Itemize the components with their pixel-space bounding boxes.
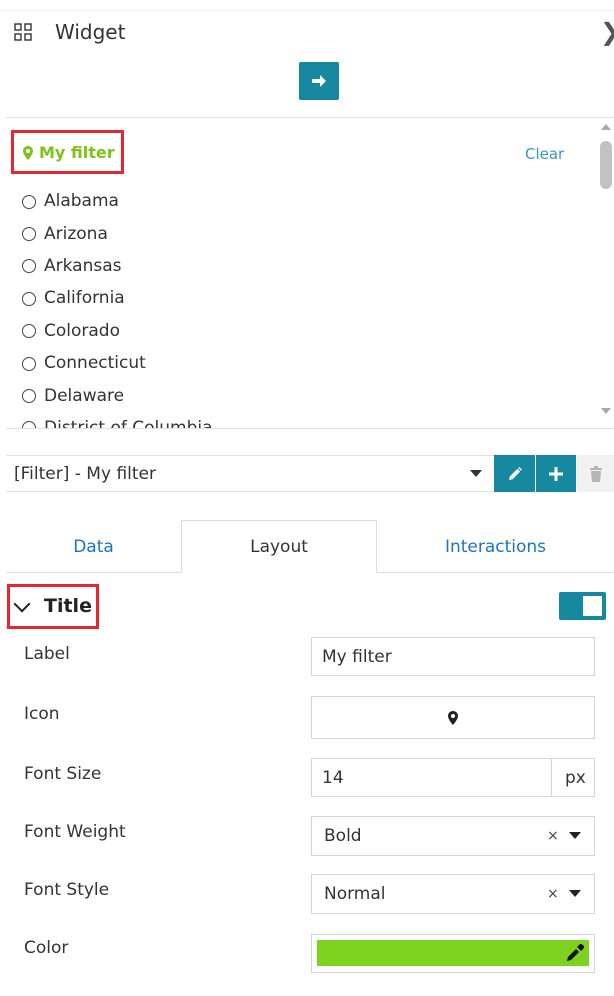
- add-filter-button[interactable]: [536, 455, 576, 492]
- list-item[interactable]: Arizona: [22, 217, 582, 249]
- label-input-value: My filter: [322, 647, 392, 667]
- font-weight-value: Bold: [324, 826, 362, 846]
- scroll-up-arrow[interactable]: [601, 124, 611, 130]
- option-label: Arizona: [44, 223, 108, 244]
- arrow-right-icon: [312, 75, 326, 87]
- list-item[interactable]: California: [22, 282, 582, 314]
- list-item[interactable]: Delaware: [22, 379, 582, 411]
- close-icon[interactable]: ❯: [600, 18, 614, 46]
- divider: [6, 428, 614, 429]
- font-size-value: 14: [322, 768, 344, 788]
- clear-link[interactable]: Clear: [525, 144, 564, 164]
- filter-title-label: My filter: [39, 143, 115, 162]
- option-label: District of Columbia: [44, 417, 213, 428]
- color-swatch[interactable]: [317, 940, 589, 966]
- filter-select-value: [Filter] - My filter: [14, 464, 156, 484]
- color-field-label: Color: [24, 938, 69, 958]
- trash-icon: [589, 465, 602, 482]
- scroll-down-arrow[interactable]: [601, 408, 611, 414]
- pencil-icon: [508, 466, 522, 480]
- font-style-field-label: Font Style: [24, 880, 110, 900]
- option-label: Arkansas: [44, 255, 122, 276]
- chevron-down-icon[interactable]: [569, 832, 581, 839]
- chevron-down-icon[interactable]: [569, 890, 581, 897]
- font-style-value: Normal: [324, 884, 386, 904]
- filter-title: My filter: [23, 143, 115, 163]
- list-item[interactable]: Arkansas: [22, 250, 582, 282]
- map-marker-icon: [448, 711, 458, 725]
- font-size-field-label: Font Size: [24, 764, 102, 784]
- delete-filter-button[interactable]: [577, 455, 614, 492]
- eyedropper-icon[interactable]: [566, 944, 584, 962]
- label-field-label: Label: [24, 644, 70, 664]
- radio-button[interactable]: [22, 227, 36, 242]
- option-label: Connecticut: [44, 353, 146, 374]
- scrollbar-thumb[interactable]: [600, 141, 612, 189]
- list-item[interactable]: Colorado: [22, 315, 582, 347]
- radio-button[interactable]: [22, 356, 36, 371]
- font-weight-field-label: Font Weight: [24, 822, 126, 842]
- font-size-input[interactable]: [311, 758, 552, 797]
- plus-icon: [549, 466, 563, 481]
- map-marker-icon: [23, 146, 33, 160]
- radio-button[interactable]: [22, 421, 36, 428]
- apply-button[interactable]: [299, 62, 339, 100]
- font-size-unit: px: [565, 768, 586, 788]
- tab-interactions[interactable]: Interactions: [377, 520, 614, 573]
- toggle-knob: [583, 596, 602, 616]
- divider: [6, 117, 614, 118]
- list-item[interactable]: Alabama: [22, 185, 582, 217]
- radio-button[interactable]: [22, 291, 36, 306]
- clear-icon[interactable]: ×: [547, 828, 559, 844]
- panel-title: Widget: [55, 20, 126, 44]
- tab-data[interactable]: Data: [6, 520, 181, 573]
- edit-filter-button[interactable]: [494, 455, 535, 492]
- option-label: Colorado: [44, 320, 120, 341]
- radio-button[interactable]: [22, 324, 36, 339]
- radio-button[interactable]: [22, 259, 36, 274]
- option-label: Delaware: [44, 385, 125, 406]
- list-item[interactable]: District of Columbia: [22, 412, 582, 428]
- clear-icon[interactable]: ×: [547, 886, 559, 902]
- radio-button[interactable]: [22, 194, 36, 209]
- option-list: Alabama Arizona Arkansas California Colo…: [22, 185, 582, 428]
- option-label: Alabama: [44, 191, 119, 212]
- tab-layout[interactable]: Layout: [181, 520, 377, 573]
- widget-grid-icon: [14, 23, 32, 41]
- chevron-down-icon[interactable]: [470, 470, 482, 477]
- icon-field-label: Icon: [24, 704, 60, 724]
- list-item[interactable]: Connecticut: [22, 347, 582, 379]
- radio-button[interactable]: [22, 389, 36, 404]
- option-label: California: [44, 288, 125, 309]
- section-title[interactable]: Title: [44, 594, 92, 618]
- top-divider: [0, 10, 614, 11]
